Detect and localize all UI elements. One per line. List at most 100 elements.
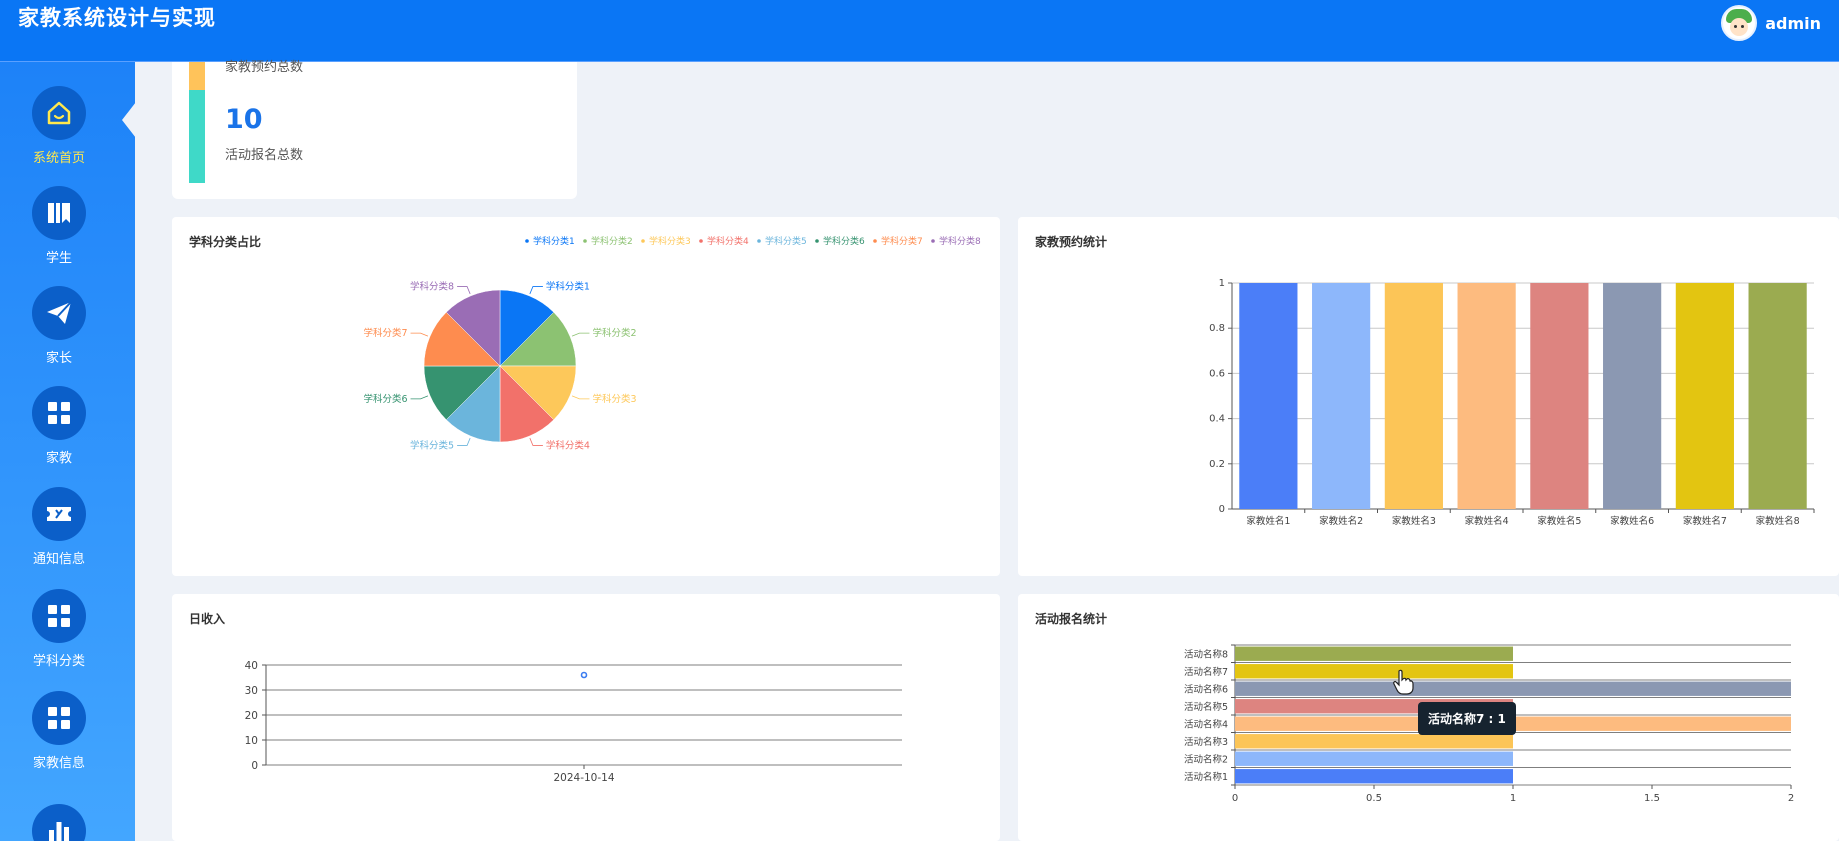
pie-label-line — [457, 437, 471, 446]
y-tick-label: 活动名称3 — [1184, 736, 1228, 748]
y-tick-label: 40 — [245, 660, 258, 672]
pie-label-line — [410, 395, 429, 400]
sidebar-item-notice[interactable]: 通知信息 — [0, 487, 118, 567]
x-tick-label: 家教姓名6 — [1610, 515, 1654, 527]
pie-label-line — [571, 395, 590, 400]
hand-cursor-icon — [1393, 669, 1414, 695]
pie-label: 学科分类8 — [410, 281, 454, 293]
sidebar-item-more[interactable] — [0, 804, 118, 841]
pie-label-line — [571, 332, 590, 337]
x-tick-label: 家教姓名2 — [1319, 515, 1363, 527]
x-tick-label: 家教姓名7 — [1683, 515, 1727, 527]
home-icon — [32, 86, 86, 140]
sidebar-item-parent[interactable]: 家长 — [0, 286, 118, 366]
x-tick-label: 2024-10-14 — [553, 772, 614, 784]
stat-accent-bar — [189, 62, 205, 90]
legend-label: 学科分类4 — [707, 235, 749, 247]
legend-label: 学科分类1 — [533, 235, 575, 247]
sidebar-item-tutor-info[interactable]: 家教信息 — [0, 691, 118, 771]
bar-chart: 0 0.2 0.4 0.6 0.8 1 家教姓名1 家教姓名2 家教姓名3 家教姓名4 家教姓名5 家… — [1209, 278, 1815, 527]
pie-label: 学科分类3 — [592, 393, 636, 405]
y-tick-label: 20 — [245, 710, 258, 722]
bar — [1235, 751, 1513, 766]
bar — [1748, 283, 1807, 509]
ticket-icon — [32, 487, 86, 541]
sidebar-item-subject[interactable]: 学科分类 — [0, 589, 118, 669]
sidebar-item-label: 系统首页 — [32, 151, 85, 166]
sidebar-item-label: 学生 — [45, 251, 72, 266]
active-indicator — [122, 102, 135, 138]
legend-label: 学科分类3 — [649, 235, 691, 247]
legend-label: 学科分类7 — [881, 235, 923, 247]
pie-label-line — [410, 332, 429, 337]
user-menu[interactable]: admin — [1721, 5, 1821, 41]
pie-label-line — [457, 286, 471, 295]
y-tick-label: 0.6 — [1209, 368, 1225, 379]
x-tick-label: 家教姓名4 — [1465, 515, 1509, 527]
avatar[interactable] — [1721, 5, 1758, 41]
legend-dot — [583, 239, 587, 243]
bar-chart-icon — [32, 804, 86, 841]
y-tick-label: 1 — [1219, 278, 1225, 289]
sidebar-item-label: 家教 — [45, 451, 72, 466]
legend-label: 学科分类6 — [823, 235, 865, 247]
legend-label: 学科分类8 — [939, 235, 981, 247]
pie-label: 学科分类5 — [410, 439, 454, 451]
bar — [1675, 283, 1734, 509]
book-icon — [32, 186, 86, 240]
sidebar-item-tutor[interactable]: 家教 — [0, 386, 118, 466]
x-tick-label: 1.5 — [1644, 793, 1660, 804]
pie-label: 学科分类2 — [592, 327, 636, 339]
legend-label: 学科分类2 — [591, 235, 633, 247]
y-tick-label: 活动名称1 — [1184, 771, 1228, 783]
bar — [1235, 769, 1513, 784]
y-tick-label: 活动名称5 — [1184, 701, 1228, 713]
x-tick-label: 1 — [1510, 793, 1516, 804]
y-tick-label: 活动名称4 — [1184, 718, 1228, 730]
sidebar-item-label: 通知信息 — [32, 552, 85, 567]
top-header: 家教系统设计与实现 admin — [0, 0, 1839, 62]
y-tick-label: 活动名称8 — [1184, 648, 1228, 660]
y-tick-label: 0.8 — [1209, 323, 1225, 334]
bar — [1312, 283, 1371, 509]
x-tick-label: 家教姓名1 — [1246, 515, 1290, 527]
pie-chart: 学科分类8 学科分类7 学科分类6 学科分类5 学科分类4 学科分类3 学科分类2 学科分类1… — [363, 235, 981, 451]
y-tick-label: 0 — [1219, 504, 1225, 515]
bar — [1384, 283, 1443, 509]
stat-accent-bar — [189, 90, 205, 183]
y-tick-label: 30 — [245, 685, 258, 697]
grid-icon — [32, 589, 86, 643]
y-tick-label: 10 — [245, 735, 258, 747]
grid-icon — [32, 386, 86, 440]
username[interactable]: admin — [1765, 14, 1821, 33]
pie-label-line — [529, 437, 543, 446]
y-tick-label: 活动名称6 — [1184, 683, 1228, 695]
pie-label: 学科分类4 — [546, 439, 590, 451]
sidebar-item-label: 家教信息 — [32, 756, 85, 771]
app-title: 家教系统设计与实现 — [18, 6, 216, 30]
chart-tooltip: 活动名称7 : 1 — [1418, 702, 1516, 735]
x-tick-label: 家教姓名5 — [1537, 515, 1581, 527]
sidebar-item-home[interactable]: 系统首页 — [0, 86, 118, 166]
bar — [1530, 283, 1589, 509]
y-tick-label: 0 — [251, 760, 258, 772]
legend-label: 学科分类5 — [765, 235, 807, 247]
x-tick-label: 家教姓名3 — [1392, 515, 1436, 527]
bar — [1235, 734, 1513, 749]
sidebar-item-student[interactable]: 学生 — [0, 186, 118, 266]
bar-chart-panel: 家教预约统计 0 0.2 0.4 0.6 0.8 1 家教姓名1 家教姓名2 家教姓名3 家教姓名… — [1018, 217, 1839, 576]
data-point — [580, 671, 588, 679]
stat-label: 活动报名总数 — [225, 148, 304, 163]
pie-label: 学科分类1 — [546, 281, 590, 293]
stat-label-partial: 家教预约总数 — [225, 60, 304, 75]
pie-label: 学科分类6 — [363, 393, 407, 405]
legend-dot — [525, 239, 529, 243]
y-tick-label: 0.4 — [1209, 414, 1225, 425]
legend-dot — [931, 239, 935, 243]
legend-dot — [641, 239, 645, 243]
legend-dot — [757, 239, 761, 243]
bar — [1235, 646, 1513, 661]
stat-value: 10 — [225, 104, 263, 135]
legend-dot — [815, 239, 819, 243]
bar — [1235, 664, 1513, 679]
